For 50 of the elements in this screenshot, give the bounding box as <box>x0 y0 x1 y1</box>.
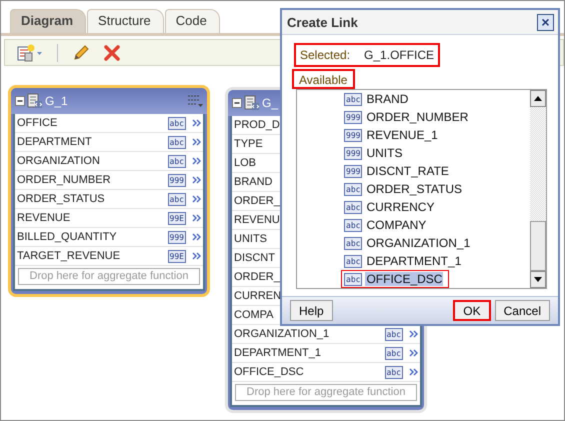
data-type-badge: abc <box>344 236 362 250</box>
column-name: OFFICE_DSC <box>234 366 304 378</box>
column-name: ORDER_ <box>234 271 280 283</box>
selected-label: Selected: <box>300 48 350 62</box>
data-type-badge: abc <box>384 366 403 378</box>
data-type-badge: abc <box>344 254 362 268</box>
data-type-badge: abc <box>344 272 362 286</box>
data-type-badge: abc <box>168 192 186 206</box>
data-type-badge: 999 <box>344 110 362 124</box>
column-name: COMPA <box>234 309 274 321</box>
data-type-badge: 99E <box>168 212 186 224</box>
column-name: OFFICE <box>17 117 58 129</box>
dialog-title: Create Link <box>287 14 358 30</box>
available-label: Available <box>292 69 356 89</box>
data-type-badge: abc <box>384 346 403 360</box>
column-name: DEPARTMENT_1 <box>234 347 322 359</box>
data-type-badge: 999 <box>344 146 362 160</box>
column-name: TARGET_REVENUE <box>17 250 120 262</box>
column-name: TYPE <box>234 138 263 150</box>
data-type-badge: abc <box>344 218 362 232</box>
column-name: UNITS <box>234 233 267 245</box>
selected-value: G_1.OFFICE <box>364 48 434 62</box>
group-title: G_ <box>262 96 278 110</box>
column-name: ORDER_NUMBER <box>17 174 111 186</box>
data-type-badge: abc <box>168 136 186 148</box>
column-name: BILLED_QUANTITY <box>17 231 117 243</box>
column-name: ORGANIZATION_1 <box>234 328 330 340</box>
column-name: ORDER_ <box>234 195 280 207</box>
column-name: LOB <box>234 157 256 169</box>
column-name: DEPARTMENT <box>17 136 92 148</box>
column-name: ORGANIZATION <box>17 155 100 167</box>
data-type-badge: 999 <box>168 174 186 186</box>
data-type-badge: 999 <box>168 230 186 244</box>
data-type-badge: 999 <box>344 164 362 178</box>
data-type-badge: abc <box>344 200 362 214</box>
column-name: PROD_D <box>234 119 280 131</box>
data-type-badge: abc <box>344 92 362 106</box>
data-type-badge: 99E <box>168 250 186 262</box>
group-title: G_1 <box>45 94 68 108</box>
column-name: REVENU <box>234 214 280 226</box>
column-name: BRAND <box>234 176 273 188</box>
column-name: ORDER_STATUS <box>17 193 105 205</box>
data-type-badge: 999 <box>344 128 362 142</box>
data-type-badge: abc <box>168 116 186 130</box>
data-type-badge: abc <box>384 328 403 340</box>
column-name: CURREN <box>234 290 282 302</box>
data-type-badge: abc <box>344 182 362 196</box>
data-type-badge: abc <box>168 154 186 168</box>
column-name: REVENUE <box>17 212 70 224</box>
column-name: DISCNT <box>234 252 275 264</box>
